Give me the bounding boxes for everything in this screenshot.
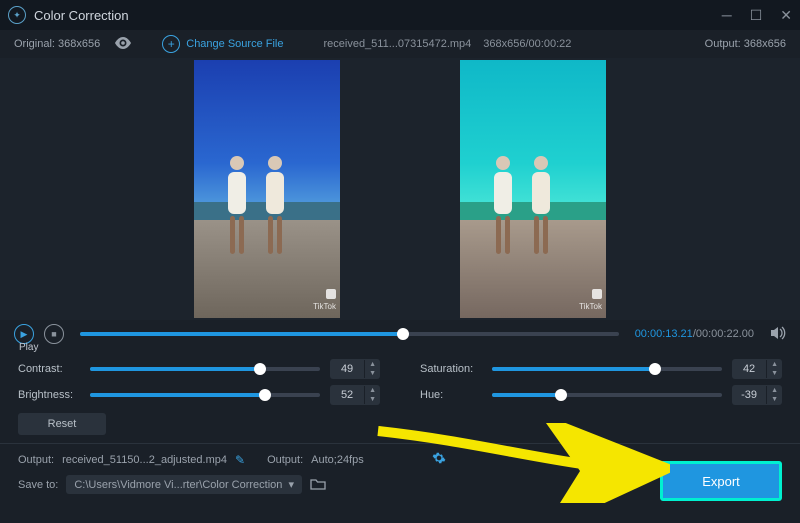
source-file-name: received_511...07315472.mp4	[323, 38, 471, 50]
saturation-slider[interactable]	[492, 367, 722, 371]
hue-label: Hue:	[420, 389, 482, 401]
saturation-label: Saturation:	[420, 363, 482, 375]
open-folder-icon[interactable]	[310, 477, 326, 493]
contrast-down[interactable]: ▼	[365, 369, 380, 378]
minimize-button[interactable]: ─	[722, 7, 732, 24]
info-bar: Original: 368x656 + Change Source File r…	[0, 30, 800, 58]
preview-stage: TikTok TikTok	[0, 58, 800, 320]
contrast-up[interactable]: ▲	[365, 360, 380, 369]
watermark-icon: TikTok	[579, 289, 602, 312]
brightness-down[interactable]: ▼	[365, 395, 380, 404]
adjustments-panel: Contrast: 49▲▼ Saturation: 42▲▼ Brightne…	[0, 355, 800, 413]
output-settings-icon[interactable]	[432, 451, 446, 468]
original-label: Original:	[14, 38, 55, 50]
original-resolution: 368x656	[58, 38, 100, 50]
saturation-up[interactable]: ▲	[767, 360, 782, 369]
stop-button[interactable]: ■	[44, 324, 64, 344]
save-label: Save to:	[18, 479, 58, 491]
brightness-row: Brightness: 52▲▼	[18, 385, 380, 405]
contrast-row: Contrast: 49▲▼	[18, 359, 380, 379]
playback-time: 00:00:13.21/00:00:22.00	[635, 328, 754, 340]
hue-row: Hue: -39▲▼	[420, 385, 782, 405]
divider	[0, 443, 800, 444]
timeline-slider[interactable]	[80, 332, 619, 336]
export-button[interactable]: Export	[660, 461, 782, 501]
saturation-down[interactable]: ▼	[767, 369, 782, 378]
contrast-slider[interactable]	[90, 367, 320, 371]
reset-button[interactable]: Reset	[18, 413, 106, 435]
brightness-value-box[interactable]: 52▲▼	[330, 385, 380, 405]
brightness-up[interactable]: ▲	[365, 386, 380, 395]
watermark-icon: TikTok	[313, 289, 336, 312]
play-tooltip: Play	[19, 342, 800, 353]
play-button[interactable]: ▶	[14, 324, 34, 344]
change-source-label: Change Source File	[186, 38, 283, 50]
change-source-button[interactable]: + Change Source File	[162, 35, 283, 53]
playback-bar: ▶ ■ 00:00:13.21/00:00:22.00	[0, 320, 800, 344]
saturation-value-box[interactable]: 42▲▼	[732, 359, 782, 379]
brightness-label: Brightness:	[18, 389, 80, 401]
close-button[interactable]: ✕	[780, 7, 792, 24]
preview-original: TikTok	[194, 60, 340, 318]
hue-value-box[interactable]: -39▲▼	[732, 385, 782, 405]
maximize-button[interactable]: ☐	[750, 7, 763, 24]
title-bar: ✦ Color Correction ─ ☐ ✕	[0, 0, 800, 30]
source-file-meta: 368x656/00:00:22	[483, 38, 571, 50]
contrast-label: Contrast:	[18, 363, 80, 375]
hue-up[interactable]: ▲	[767, 386, 782, 395]
window-title: Color Correction	[34, 8, 129, 23]
compare-toggle-icon[interactable]	[114, 36, 132, 52]
app-logo-icon: ✦	[8, 6, 26, 24]
output-label: Output:	[18, 454, 54, 466]
edit-filename-icon[interactable]: ✎	[235, 453, 245, 467]
hue-down[interactable]: ▼	[767, 395, 782, 404]
output-resolution: Output: 368x656	[705, 38, 786, 50]
save-path-field[interactable]: C:\Users\Vidmore Vi...rter\Color Correct…	[66, 475, 302, 494]
window-buttons: ─ ☐ ✕	[722, 7, 792, 24]
saturation-row: Saturation: 42▲▼	[420, 359, 782, 379]
preview-adjusted: TikTok	[460, 60, 606, 318]
output-format: Auto;24fps	[311, 454, 364, 466]
output-format-label: Output:	[267, 454, 303, 466]
hue-slider[interactable]	[492, 393, 722, 397]
contrast-value-box[interactable]: 49▲▼	[330, 359, 380, 379]
output-filename: received_51150...2_adjusted.mp4	[62, 454, 227, 466]
volume-icon[interactable]	[770, 326, 786, 343]
plus-icon: +	[162, 35, 180, 53]
brightness-slider[interactable]	[90, 393, 320, 397]
